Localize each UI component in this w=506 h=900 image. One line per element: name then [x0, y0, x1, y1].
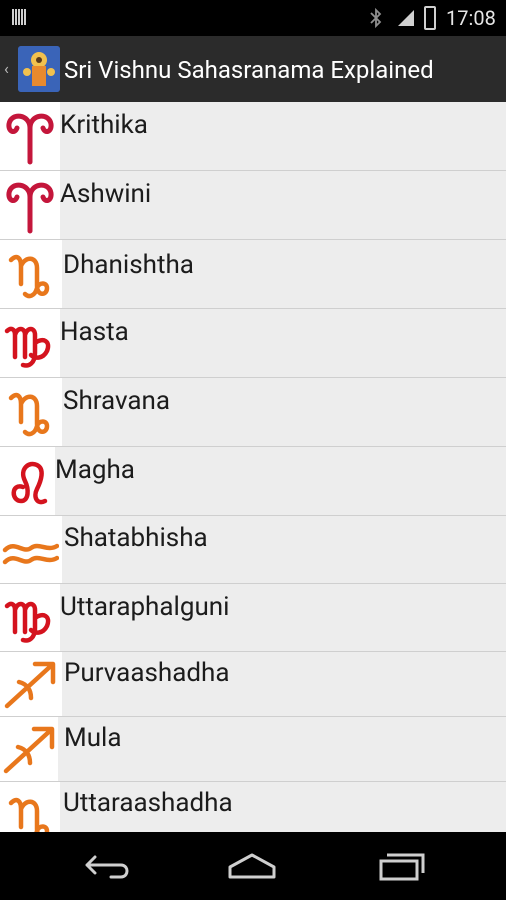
list-item-label: Mula [64, 723, 122, 753]
signal-icon [398, 10, 414, 26]
list-item-label: Hasta [60, 317, 129, 347]
status-time: 17:08 [446, 6, 496, 30]
virgo-icon [0, 584, 60, 651]
list-item[interactable]: Uttaraphalguni [0, 584, 506, 652]
battery-icon [424, 6, 436, 30]
capricorn-icon [0, 782, 60, 832]
list-item[interactable]: Mula [0, 717, 506, 782]
list-item-label: Uttaraashadha [63, 788, 233, 818]
list-item[interactable]: Uttaraashadha [0, 782, 506, 832]
capricorn-icon [0, 240, 60, 308]
aries-icon [0, 171, 60, 239]
back-icon[interactable] [76, 848, 136, 884]
list-item[interactable]: Purvaashadha [0, 652, 506, 717]
list-item[interactable]: Shatabhisha [0, 516, 506, 584]
list-item[interactable]: Krithika [0, 102, 506, 171]
home-icon[interactable] [222, 848, 282, 884]
list-item-label: Purvaashadha [64, 658, 230, 688]
list-item[interactable]: Dhanishtha [0, 240, 506, 309]
page-title: Sri Vishnu Sahasranama Explained [64, 56, 434, 84]
list-item-label: Shravana [63, 386, 171, 416]
list-item-label: Uttaraphalguni [60, 592, 230, 622]
app-icon[interactable] [18, 46, 60, 92]
capricorn-icon [0, 378, 60, 446]
list-item[interactable]: Shravana [0, 378, 506, 447]
sagittarius-icon [0, 652, 60, 716]
notification-icon [12, 9, 32, 27]
list-item[interactable]: Ashwini [0, 171, 506, 240]
list-item-label: Ashwini [60, 179, 152, 209]
list-item-label: Dhanishtha [63, 250, 194, 280]
sagittarius-icon [0, 717, 58, 781]
status-bar: 17:08 [0, 0, 506, 36]
nakshatra-list: Krithika Ashwini Dhanishtha Hasta Shrava… [0, 102, 506, 832]
virgo-icon [0, 309, 60, 377]
up-indicator-icon[interactable]: ‹ [4, 60, 14, 78]
list-item[interactable]: Hasta [0, 309, 506, 378]
bluetooth-icon [370, 7, 382, 29]
recents-icon[interactable] [372, 848, 432, 884]
navigation-bar [0, 832, 506, 900]
aries-icon [0, 102, 60, 170]
leo-icon [0, 447, 55, 515]
action-bar: ‹ Sri Vishnu Sahasranama Explained [0, 36, 506, 102]
list-item-label: Magha [55, 455, 135, 485]
list-item[interactable]: Magha [0, 447, 506, 516]
aquarius-icon [0, 516, 60, 583]
list-item-label: Shatabhisha [64, 523, 208, 553]
list-item-label: Krithika [60, 110, 148, 140]
